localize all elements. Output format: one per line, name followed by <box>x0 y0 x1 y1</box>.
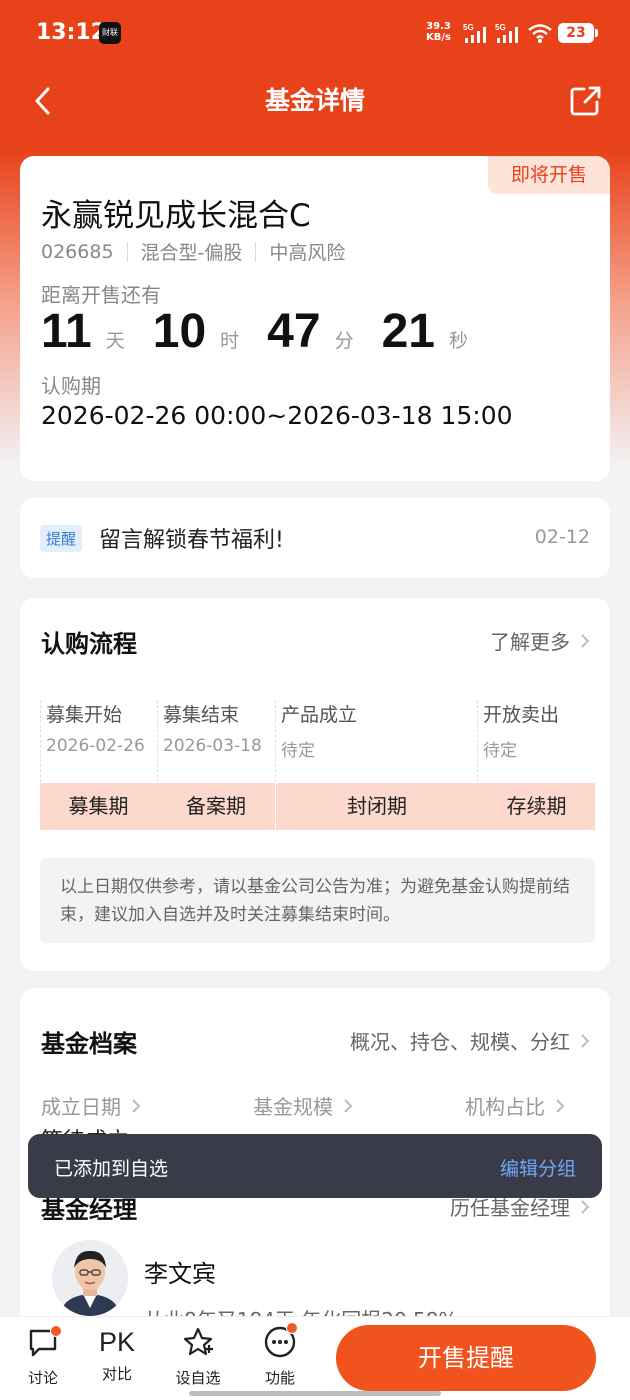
divider <box>126 241 128 262</box>
discuss-button[interactable]: 讨论 <box>15 1325 71 1388</box>
network-speed: 39.3 KB/s <box>426 21 451 43</box>
signal-5g-icon-2: 5G <box>495 23 518 43</box>
network-speed-value: 39.3 <box>426 21 451 32</box>
timeline-step-date: 2026-02-26 <box>46 736 145 756</box>
notice-tag: 提醒 <box>40 525 83 552</box>
bottom-action-bar: 讨论 PK 对比 设自选 功能 开售提醒 <box>0 1316 630 1400</box>
profile-item-label: 机构占比 <box>465 1095 545 1119</box>
phase-ongoing: 存续期 <box>506 794 567 818</box>
timeline-step-label: 产品成立 <box>281 704 358 726</box>
fund-meta: 026685 混合型-偏股 中高风险 <box>41 238 345 265</box>
chevron-right-icon <box>581 1033 590 1048</box>
pk-icon: PK <box>98 1327 136 1357</box>
timeline-step-date: 待定 <box>483 741 517 761</box>
timeline-step: 募集开始 2026-02-26 <box>40 700 157 782</box>
chevron-right-icon <box>581 633 590 648</box>
countdown-hours-unit: 时 <box>220 330 240 352</box>
countdown: 11 天 10 时 47 分 21 秒 <box>41 304 496 359</box>
notification-dot <box>50 1325 62 1337</box>
timeline-step-label: 开放卖出 <box>483 704 560 726</box>
profile-item-label: 基金规模 <box>253 1095 333 1119</box>
profile-item-inception-date[interactable]: 成立日期 <box>41 1091 141 1120</box>
countdown-minutes: 47 <box>267 305 321 358</box>
compare-label: 对比 <box>101 1365 132 1383</box>
network-speed-unit: KB/s <box>426 32 451 43</box>
countdown-days-unit: 天 <box>105 330 125 352</box>
chevron-right-icon <box>581 1199 590 1214</box>
countdown-seconds: 21 <box>381 305 435 358</box>
subscription-flow-card: 认购流程 了解更多 募集开始 2026-02-26 募集结束 2026-03-1… <box>20 598 610 971</box>
status-badge: 即将开售 <box>488 156 610 194</box>
home-indicator[interactable] <box>189 1391 441 1396</box>
timeline-step-date: 2026-03-18 <box>163 736 262 756</box>
add-watchlist-button[interactable]: 设自选 <box>170 1325 226 1388</box>
star-icon <box>183 1327 213 1356</box>
status-bar: 13:12 财联 39.3 KB/s 5G 5G 23 <box>0 0 630 66</box>
phase-fundraising: 募集期 <box>68 794 129 818</box>
manager-avatar[interactable] <box>52 1240 128 1316</box>
manager-name[interactable]: 李文宾 <box>144 1254 216 1289</box>
countdown-minutes-unit: 分 <box>334 330 354 352</box>
countdown-hours: 10 <box>152 305 207 358</box>
battery-indicator: 23 <box>558 23 598 43</box>
notice-banner[interactable]: 提醒 留言解锁春节福利! 02-12 <box>20 498 610 578</box>
disclaimer-text: 以上日期仅供参考，请以基金公司公告为准；为避免基金认购提前结束，建议加入自选并及… <box>40 858 595 943</box>
profile-item-label: 成立日期 <box>41 1095 121 1119</box>
page-title: 基金详情 <box>264 86 365 115</box>
learn-more-label: 了解更多 <box>490 630 570 654</box>
chevron-right-icon <box>344 1098 353 1113</box>
timeline-step: 开放卖出 待定 <box>477 700 595 782</box>
phase-filing: 备案期 <box>186 794 246 818</box>
subscription-period-value: 2026-02-26 00:00~2026-03-18 15:00 <box>41 401 513 430</box>
section-title: 基金档案 <box>41 1030 137 1058</box>
fund-risk: 中高风险 <box>269 242 346 264</box>
app-notification-icon: 财联 <box>99 22 121 44</box>
wifi-icon <box>528 24 552 43</box>
signal-5g-icon: 5G <box>463 23 486 43</box>
profile-item-institution-ratio[interactable]: 机构占比 <box>465 1091 565 1120</box>
avatar-image <box>52 1240 128 1316</box>
timeline-step-date: 待定 <box>281 741 315 761</box>
profile-more-link[interactable]: 概况、持仓、规模、分红 <box>350 1026 590 1055</box>
timeline-step-label: 募集结束 <box>163 704 240 726</box>
share-out-icon[interactable] <box>568 84 604 118</box>
divider <box>255 241 257 262</box>
functions-button[interactable]: 功能 <box>252 1322 308 1388</box>
toast-added-to-watchlist: 已添加到自选 编辑分组 <box>28 1134 602 1198</box>
chevron-right-icon <box>132 1098 141 1113</box>
status-time: 13:12 <box>36 20 107 45</box>
timeline-step: 产品成立 待定 <box>275 700 477 782</box>
svg-text:5G: 5G <box>495 23 506 32</box>
countdown-seconds-unit: 秒 <box>448 330 468 352</box>
toast-text: 已添加到自选 <box>54 1158 169 1180</box>
notice-date: 02-12 <box>534 526 590 548</box>
fund-code: 026685 <box>41 240 114 263</box>
timeline-step-label: 募集开始 <box>46 704 123 726</box>
notice-text: 留言解锁春节福利! <box>99 528 284 553</box>
countdown-days: 11 <box>41 305 92 358</box>
learn-more-link[interactable]: 了解更多 <box>490 626 590 655</box>
profile-more-label: 概况、持仓、规模、分红 <box>350 1030 570 1054</box>
compare-button[interactable]: PK 对比 <box>89 1325 145 1384</box>
discuss-label: 讨论 <box>27 1369 58 1387</box>
timeline-step: 募集结束 2026-03-18 <box>157 700 275 782</box>
svg-text:5G: 5G <box>463 23 474 32</box>
edit-group-button[interactable]: 编辑分组 <box>500 1154 576 1181</box>
phase-closed: 封闭期 <box>347 794 407 818</box>
phase-bar: 募集期 备案期 封闭期 存续期 <box>40 783 595 830</box>
profile-item-fund-size[interactable]: 基金规模 <box>253 1091 353 1120</box>
notification-dot <box>286 1322 298 1334</box>
functions-label: 功能 <box>264 1369 295 1387</box>
chevron-right-icon <box>556 1098 565 1113</box>
add-watchlist-label: 设自选 <box>175 1369 221 1387</box>
sale-reminder-button[interactable]: 开售提醒 <box>336 1325 596 1391</box>
subscription-period-label: 认购期 <box>41 374 101 398</box>
fund-type: 混合型-偏股 <box>140 242 243 264</box>
section-title: 认购流程 <box>41 630 137 658</box>
fund-name: 永赢锐见成长混合C <box>41 198 311 234</box>
fund-summary-card: 即将开售 永赢锐见成长混合C 026685 混合型-偏股 中高风险 距离开售还有… <box>20 156 610 481</box>
